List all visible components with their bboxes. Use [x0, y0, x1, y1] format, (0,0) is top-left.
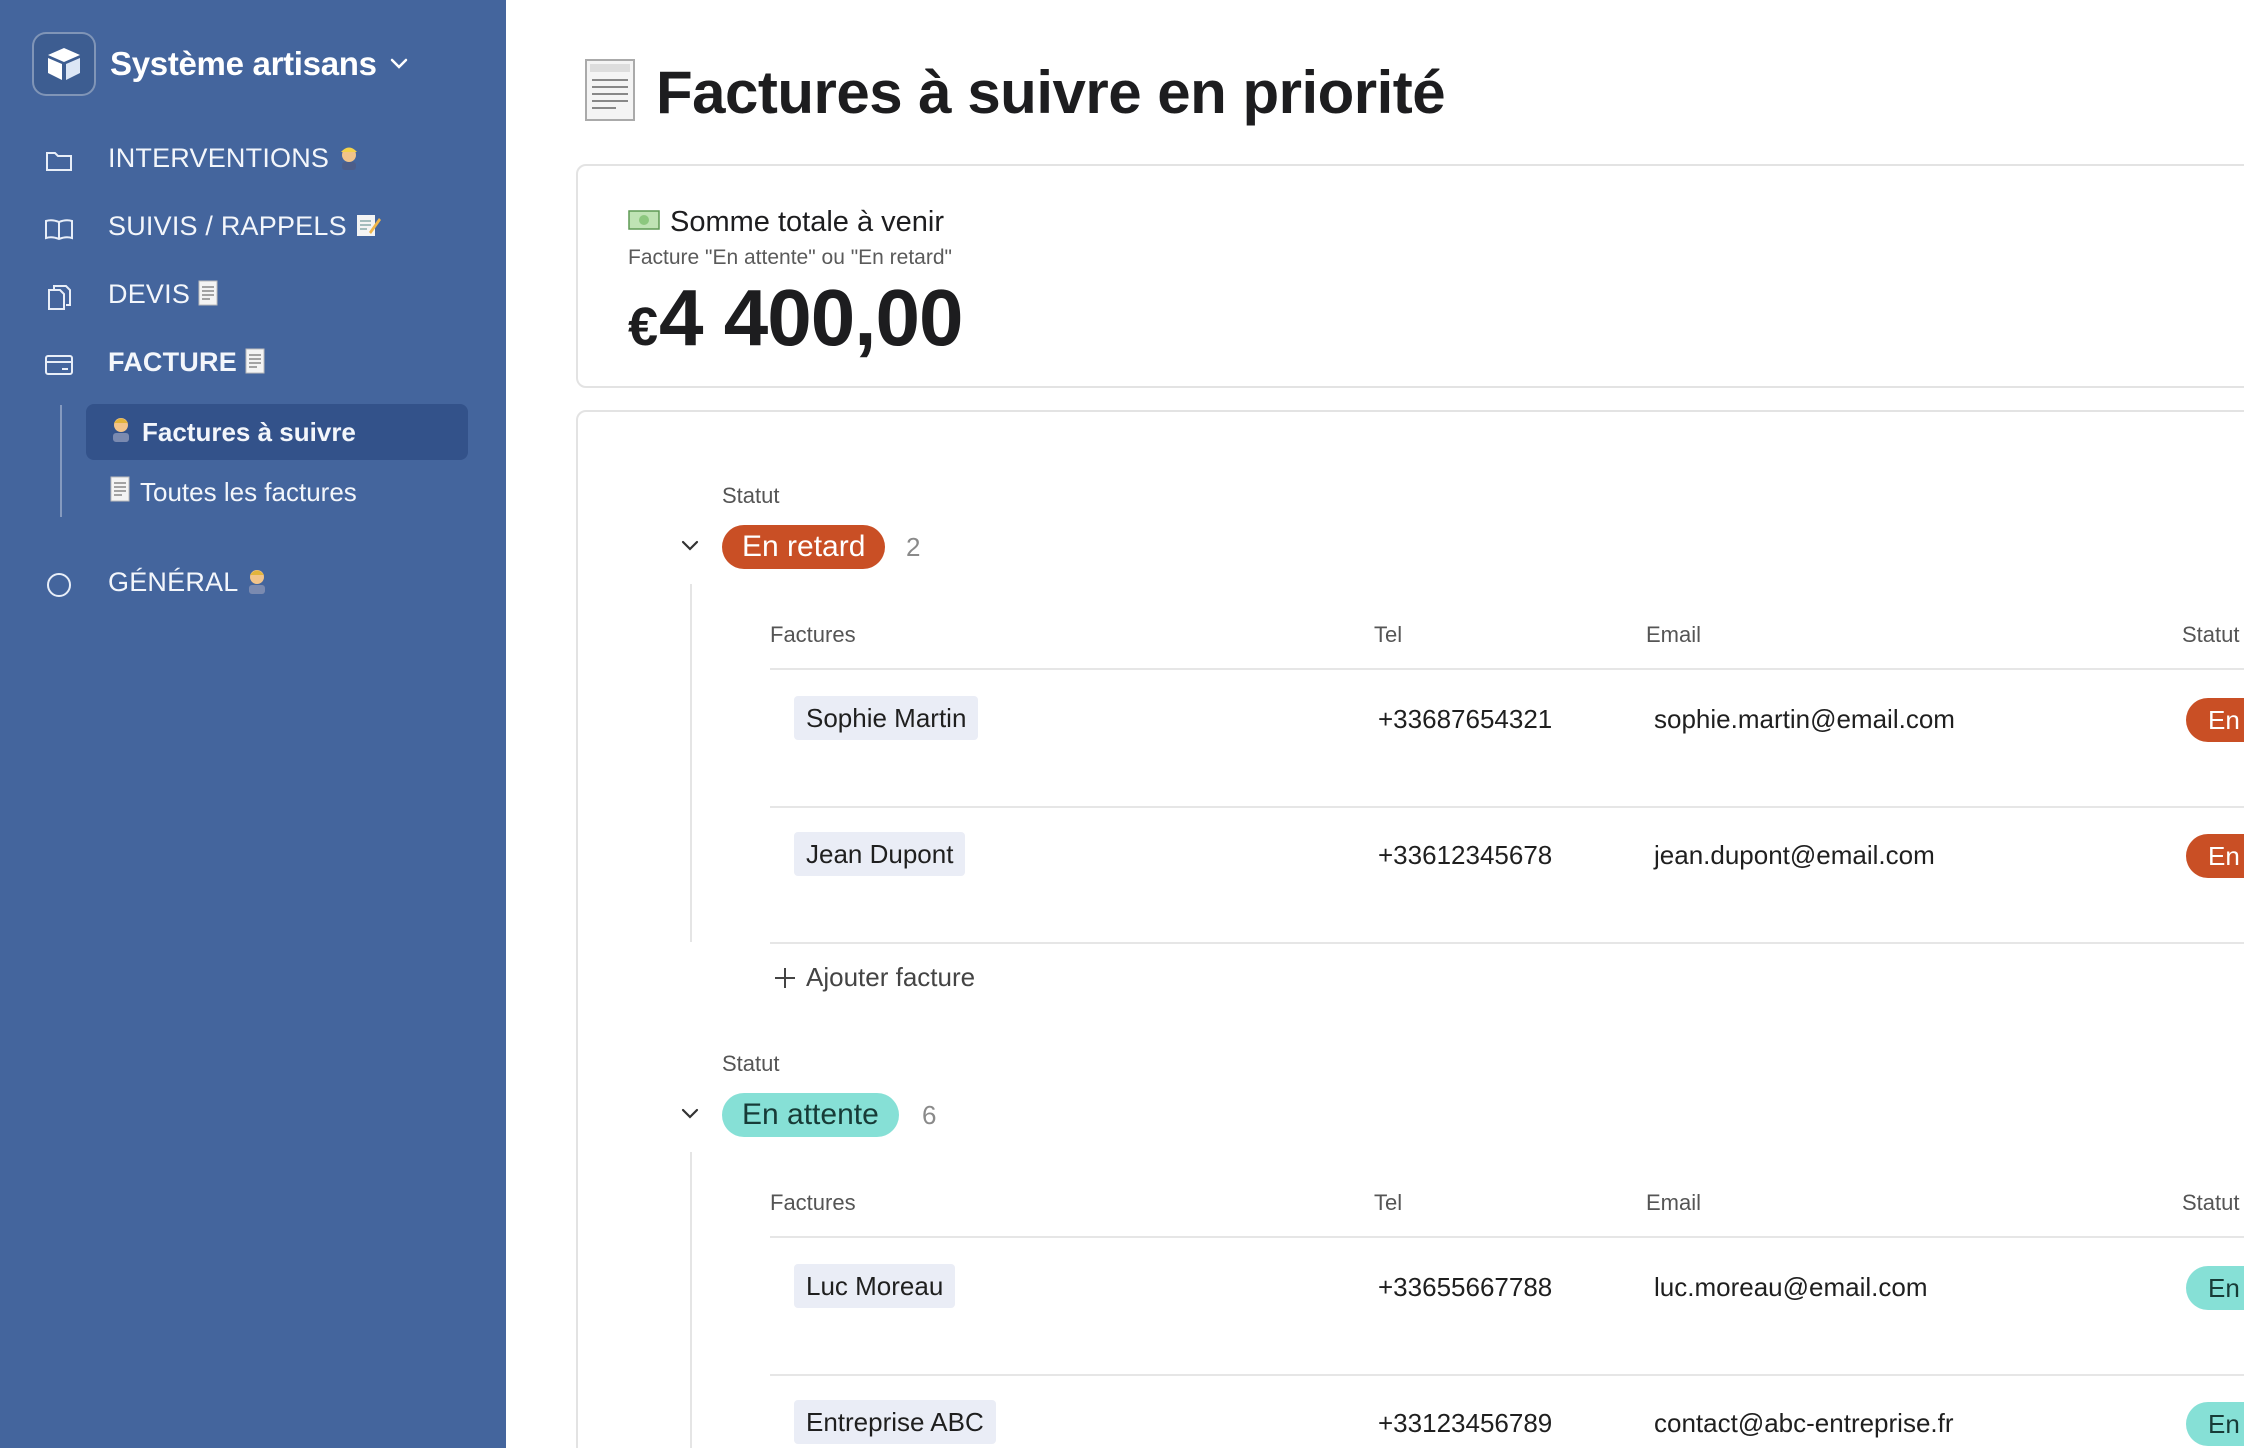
email-cell[interactable]: sophie.martin@email.com: [1654, 704, 1955, 735]
column-header-tel[interactable]: Tel: [1374, 622, 1402, 648]
sidebar-subitem-label: Toutes les factures: [140, 476, 357, 507]
chevron-down-icon[interactable]: [389, 57, 409, 71]
tel-cell[interactable]: +33123456789: [1378, 1408, 1552, 1439]
sidebar-item-general[interactable]: GÉNÉRAL: [0, 554, 506, 614]
group-field-label: Statut: [722, 483, 780, 508]
memo-emoji: [355, 212, 381, 245]
sidebar-item-label: INTERVENTIONS: [108, 143, 330, 173]
status-chip[interactable]: En: [2186, 834, 2244, 878]
receipt-emoji: [110, 476, 130, 509]
cube-logo-icon: [32, 32, 96, 96]
column-header-statut[interactable]: Statut: [2182, 1190, 2239, 1216]
record-chip[interactable]: Jean Dupont: [794, 832, 966, 876]
sidebar-item-label: DEVIS: [108, 279, 191, 309]
sidebar-item-label: GÉNÉRAL: [108, 567, 239, 597]
column-header-statut[interactable]: Statut: [2182, 622, 2239, 648]
tel-cell[interactable]: +33687654321: [1378, 704, 1552, 735]
email-cell[interactable]: luc.moreau@email.com: [1654, 1272, 1927, 1303]
column-header-factures[interactable]: Factures: [770, 622, 856, 648]
add-record-label: Ajouter facture: [806, 962, 976, 992]
worker-emoji: [337, 144, 361, 177]
record-chip[interactable]: Entreprise ABC: [794, 1400, 996, 1444]
group-guide-line: [690, 584, 692, 942]
book-icon: [44, 214, 74, 244]
divider: [770, 1374, 2244, 1376]
chevron-down-icon[interactable]: [678, 1102, 702, 1126]
summary-value: €4 400,00: [628, 272, 963, 364]
folder-icon: [44, 146, 74, 176]
sidebar-item-devis[interactable]: DEVIS: [0, 266, 506, 326]
sidebar-item-label: SUIVIS / RAPPELS: [108, 211, 347, 241]
add-record-button[interactable]: Ajouter facture: [772, 962, 975, 993]
summary-card: Somme totale à venir Facture "En attente…: [576, 164, 2244, 388]
column-header-factures[interactable]: Factures: [770, 1190, 856, 1216]
column-header-tel[interactable]: Tel: [1374, 1190, 1402, 1216]
record-chip[interactable]: Luc Moreau: [794, 1264, 956, 1308]
group-guide-line: [690, 1152, 692, 1448]
page-title-text: Factures à suivre en priorité: [656, 59, 1446, 126]
column-header-email[interactable]: Email: [1646, 1190, 1701, 1216]
sidebar-item-suivis[interactable]: SUIVIS / RAPPELS: [0, 198, 506, 258]
tel-cell[interactable]: +33612345678: [1378, 840, 1552, 871]
receipt-emoji: [245, 348, 265, 381]
page-title: Factures à suivre en priorité: [584, 58, 1446, 127]
summary-title: Somme totale à venir: [670, 206, 945, 238]
sidebar-item-label: FACTURE: [108, 347, 237, 377]
status-chip[interactable]: En: [2186, 698, 2244, 742]
column-header-email[interactable]: Email: [1646, 622, 1701, 648]
summary-subtitle: Facture "En attente" ou "En retard": [628, 246, 952, 269]
group-count: 2: [906, 532, 921, 562]
receipt-emoji: [584, 58, 636, 127]
record-chip[interactable]: Sophie Martin: [794, 696, 979, 740]
sidebar-subitem-label: Factures à suivre: [142, 416, 356, 447]
sidebar-item-interventions[interactable]: INTERVENTIONS: [0, 130, 506, 190]
card-icon: [44, 350, 74, 380]
status-chip[interactable]: En: [2186, 1402, 2244, 1446]
group-field-label: Statut: [722, 1051, 780, 1076]
subnav-guide-line: [60, 405, 62, 517]
currency-symbol: €: [628, 297, 658, 357]
email-cell[interactable]: contact@abc-entreprise.fr: [1654, 1408, 1954, 1439]
workspace-switcher[interactable]: Système artisans: [32, 32, 409, 96]
receipt-emoji: [198, 280, 218, 313]
person-emoji: [246, 568, 268, 601]
person-emoji: [110, 416, 132, 449]
status-badge: En retard: [722, 525, 886, 569]
plus-icon: [775, 967, 795, 988]
sidebar-subitem-factures-a-suivre[interactable]: Factures à suivre: [86, 404, 468, 460]
tel-cell[interactable]: +33655667788: [1378, 1272, 1552, 1303]
workspace-name: Système artisans: [110, 45, 377, 82]
sidebar-item-facture[interactable]: FACTURE: [0, 334, 506, 394]
divider: [770, 668, 2244, 670]
documents-icon: [44, 282, 74, 312]
sidebar-subitem-toutes-les-factures[interactable]: Toutes les factures: [86, 464, 468, 520]
status-chip[interactable]: En: [2186, 1266, 2244, 1310]
circle-icon: [44, 570, 74, 600]
group-count: 6: [922, 1100, 937, 1130]
summary-amount: 4 400,00: [659, 273, 963, 362]
divider: [770, 806, 2244, 808]
chevron-down-icon[interactable]: [678, 534, 702, 558]
status-badge: En attente: [722, 1093, 899, 1137]
email-cell[interactable]: jean.dupont@email.com: [1654, 840, 1935, 871]
sidebar: Système artisans INTERVENTIONS SUIVIS / …: [0, 0, 506, 1448]
money-emoji: [628, 206, 660, 239]
divider: [770, 1236, 2244, 1238]
divider: [770, 942, 2244, 944]
